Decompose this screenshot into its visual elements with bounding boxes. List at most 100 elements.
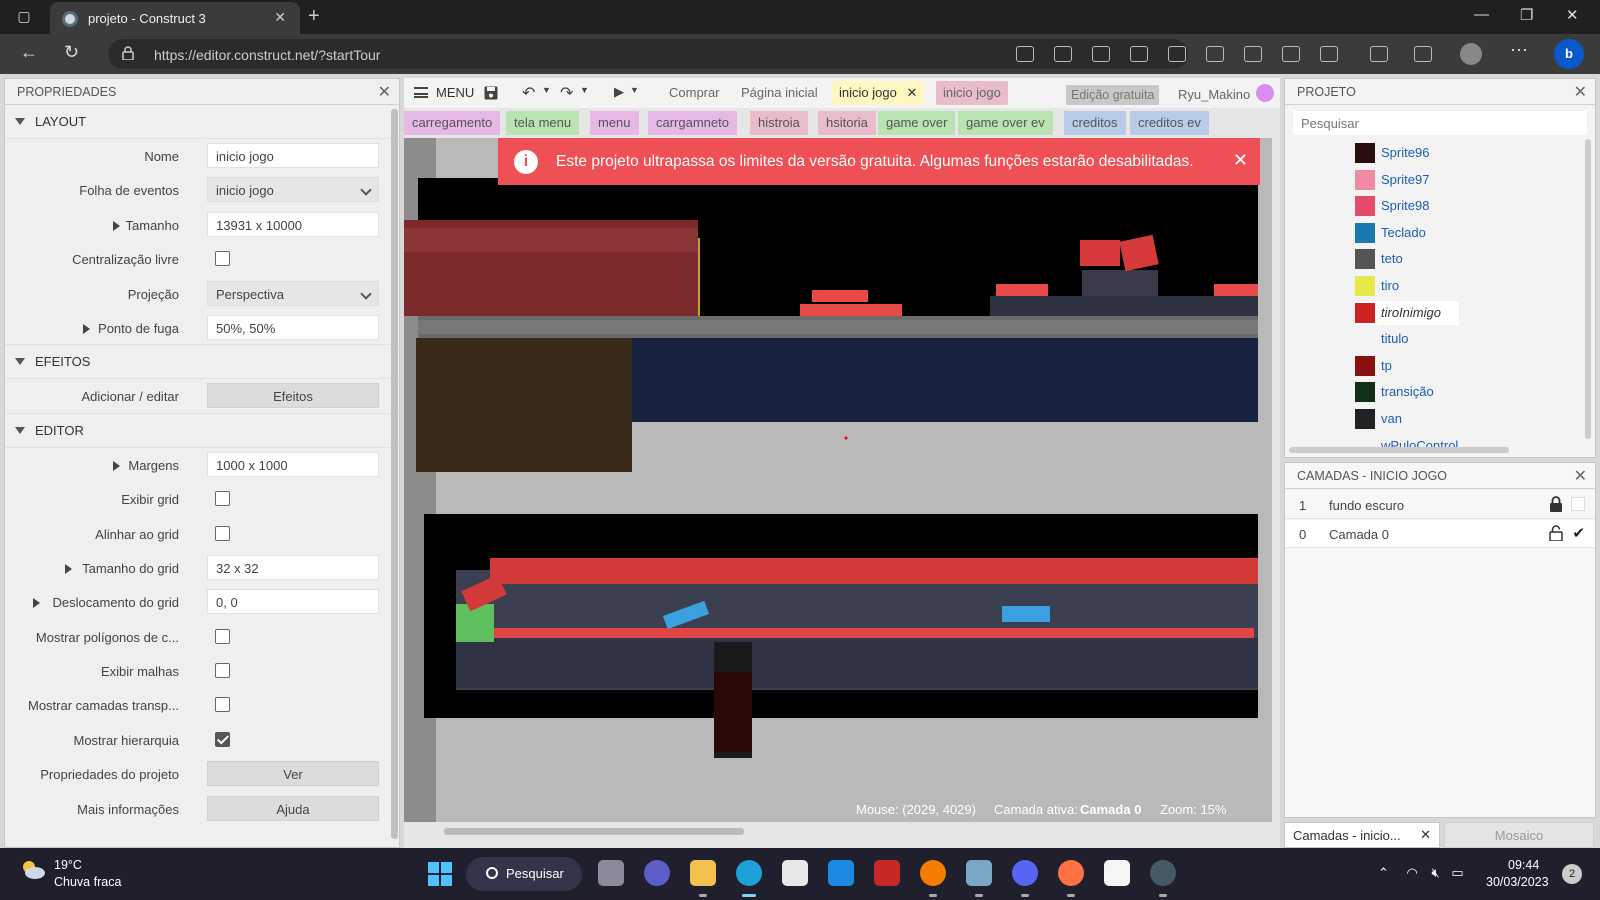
polygons-checkbox[interactable] [215, 628, 230, 644]
tab-actions-icon[interactable]: ▢ [14, 8, 34, 26]
expand-icon[interactable] [113, 460, 120, 471]
checkmark-icon[interactable]: ✔ [1572, 524, 1585, 542]
wifi-icon[interactable]: ◠ [1407, 865, 1418, 880]
buy-button[interactable]: Comprar [662, 81, 727, 105]
visibility-checkbox[interactable] [1571, 497, 1585, 511]
layout-tab[interactable]: tela menu [506, 111, 580, 135]
scrollbar[interactable] [1289, 447, 1509, 453]
tab-inicio-jogo-events[interactable]: inicio jogo [936, 81, 1008, 105]
taskbar-search[interactable]: Pesquisar [466, 857, 582, 891]
project-search-input[interactable]: Pesquisar [1293, 111, 1587, 135]
edge-icon[interactable] [736, 860, 762, 886]
expand-icon[interactable] [33, 598, 40, 609]
favorites-icon[interactable] [1370, 46, 1388, 62]
translate-icon[interactable] [1244, 46, 1262, 62]
eventsheet-select[interactable]: inicio jogo [207, 177, 379, 203]
layer-row[interactable]: 0 Camada 0 ✔ [1285, 520, 1595, 548]
expand-icon[interactable] [65, 563, 72, 574]
bing-icon[interactable]: b [1554, 39, 1584, 69]
clock-time[interactable]: 09:44 [1508, 858, 1539, 872]
notification-badge[interactable]: 2 [1562, 864, 1582, 884]
tab-inicio-jogo-layout[interactable]: inicio jogo ✕ [832, 81, 925, 105]
snap-checkbox[interactable] [215, 525, 230, 541]
system-tray[interactable]: ⌃ ◠ 🔇︎ ▭ [1378, 865, 1464, 881]
view-project-button[interactable]: Ver [207, 761, 379, 787]
scrollbar[interactable] [391, 109, 398, 839]
save-icon[interactable] [484, 86, 498, 100]
battery-icon[interactable]: ▭ [1451, 865, 1463, 880]
user-name[interactable]: Ryu_Makino [1178, 87, 1250, 102]
clock-date[interactable]: 30/03/2023 [1486, 875, 1549, 889]
layout-tab[interactable]: histroia [750, 111, 808, 135]
close-icon[interactable]: ✕ [1420, 827, 1431, 843]
mcafee-icon[interactable] [874, 860, 900, 886]
vanishing-field[interactable]: 50%, 50% [207, 314, 379, 340]
store-icon[interactable] [782, 860, 808, 886]
browser-tab[interactable]: projeto - Construct 3 ✕ [50, 2, 300, 34]
tab-tilemap[interactable]: Mosaico [1444, 822, 1594, 848]
close-icon[interactable]: ✕ [1574, 466, 1587, 486]
layout-tab[interactable]: creditos ev [1130, 111, 1209, 135]
expand-icon[interactable] [83, 323, 90, 334]
task-view-icon[interactable] [598, 860, 624, 886]
gridsize-field[interactable]: 32 x 32 [207, 554, 379, 580]
layout-tab[interactable]: creditos [1064, 111, 1126, 135]
layout-tab[interactable]: game over [878, 111, 956, 135]
edit-icon[interactable] [1282, 46, 1300, 62]
unlock-icon[interactable] [1549, 525, 1563, 541]
expand-icon[interactable] [113, 220, 120, 231]
undo-icon[interactable]: ↶ [522, 83, 536, 102]
collections-icon[interactable] [1414, 46, 1432, 62]
more-icon[interactable]: ⋯ [1510, 40, 1528, 61]
weather-icon[interactable] [20, 858, 46, 880]
showgrid-checkbox[interactable] [215, 491, 230, 507]
document-icon[interactable] [1104, 860, 1130, 886]
close-window-icon[interactable]: ✕ [1566, 6, 1579, 24]
layout-tab[interactable]: carrgamneto [648, 111, 737, 135]
edition-badge[interactable]: Edição gratuita [1066, 85, 1160, 105]
cast-icon[interactable] [1054, 46, 1072, 62]
effects-button[interactable]: Efeitos [207, 383, 379, 409]
read-aloud-icon[interactable] [1206, 46, 1224, 62]
unbounded-checkbox[interactable] [215, 251, 230, 267]
menu-button[interactable]: MENU [414, 85, 474, 100]
help-button[interactable]: Ajuda [207, 795, 379, 821]
layer-row[interactable]: 1 fundo escuro [1285, 491, 1595, 519]
favorite-add-icon[interactable] [1320, 46, 1338, 62]
key-icon[interactable] [1130, 46, 1148, 62]
meshes-checkbox[interactable] [215, 663, 230, 679]
layout-tab[interactable]: game over ev [958, 111, 1053, 135]
tab-layers[interactable]: Camadas - inicio... ✕ [1284, 822, 1440, 848]
grid-icon[interactable] [1168, 46, 1186, 62]
extension-icon[interactable] [1016, 46, 1034, 62]
project-item[interactable]: tiroInimigo [1355, 300, 1459, 325]
close-icon[interactable]: ✕ [906, 85, 917, 100]
l-app-icon[interactable] [828, 860, 854, 886]
restore-icon[interactable]: ❐ [1520, 6, 1533, 24]
chevron-down-icon[interactable]: ▼ [542, 85, 556, 99]
layout-canvas[interactable]: i Este projeto ultrapassa os limites da … [404, 138, 1272, 822]
discord-icon[interactable] [1012, 860, 1038, 886]
new-tab-icon[interactable]: + [308, 5, 320, 28]
redo-icon[interactable]: ↷ [560, 83, 574, 102]
section-editor[interactable]: EDITOR [5, 414, 399, 448]
section-layout[interactable]: LAYOUT [5, 105, 399, 139]
close-icon[interactable]: ✕ [378, 82, 391, 102]
teams-icon[interactable] [644, 860, 670, 886]
muted-speaker-icon[interactable]: 🔇︎ [1432, 865, 1440, 880]
back-icon[interactable]: ← [20, 42, 38, 63]
reload-icon[interactable]: ↻ [64, 42, 79, 63]
file-explorer-icon[interactable] [690, 860, 716, 886]
size-field[interactable]: 13931 x 10000 [207, 211, 379, 237]
lock-icon[interactable] [1549, 496, 1563, 512]
orange-app-icon[interactable] [1058, 860, 1084, 886]
user-avatar[interactable] [1256, 84, 1274, 102]
scrollbar[interactable] [444, 828, 744, 835]
scrollbar[interactable] [1585, 139, 1591, 439]
avast-icon[interactable] [920, 860, 946, 886]
minimize-icon[interactable]: — [1474, 6, 1489, 23]
home-tab[interactable]: Página inicial [734, 81, 825, 105]
margins-field[interactable]: 1000 x 1000 [207, 451, 379, 477]
layout-tab[interactable]: carregamento [404, 111, 501, 135]
photos-icon[interactable] [966, 860, 992, 886]
